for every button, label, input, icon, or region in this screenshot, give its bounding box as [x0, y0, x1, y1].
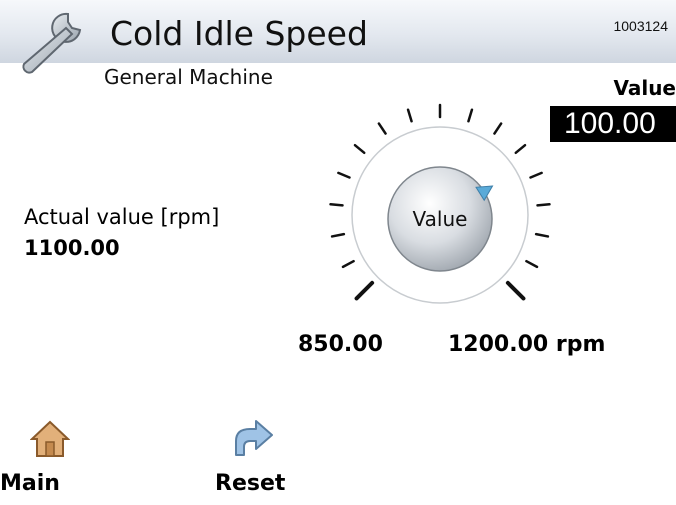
dial-min-label: 850.00	[298, 332, 383, 357]
wrench-icon	[22, 12, 82, 74]
actual-value: 1100.00	[24, 236, 120, 260]
dial-tick	[514, 143, 527, 155]
undo-arrow-icon	[235, 420, 273, 456]
page-title: Cold Idle Speed	[110, 14, 368, 53]
dial-tick	[353, 143, 366, 155]
dial-knob-label: Value	[413, 207, 468, 231]
dial-tick	[529, 171, 543, 179]
setpoint-value-field[interactable]: 100.00	[550, 106, 676, 142]
dial-tick	[467, 108, 474, 123]
rotary-dial[interactable]: Value	[320, 95, 560, 335]
dial-tick	[493, 122, 503, 135]
dial-tick	[354, 280, 375, 301]
header-bar: Cold Idle Speed 1003124	[0, 0, 676, 74]
setpoint-label: Value	[613, 76, 676, 100]
dial-tick	[536, 202, 551, 207]
dial-tick	[406, 108, 413, 123]
dial-tick	[329, 202, 344, 207]
main-button[interactable]: Main	[0, 415, 110, 505]
dial-tick	[330, 232, 346, 238]
main-button-label: Main	[0, 471, 60, 496]
parameter-code: 1003124	[613, 18, 668, 34]
reset-button[interactable]: Reset	[210, 415, 320, 505]
dial-tick	[337, 171, 351, 179]
dial-tick	[534, 232, 550, 238]
reset-button-label: Reset	[215, 471, 286, 496]
dial-tick	[525, 259, 539, 269]
home-icon	[30, 420, 70, 457]
dial-tick	[341, 259, 355, 269]
machine-name: General Machine	[104, 65, 273, 89]
dial-tick	[505, 280, 526, 301]
dial-tick	[377, 122, 387, 135]
actual-value-label: Actual value [rpm]	[24, 205, 220, 229]
dial-max-label: 1200.00 rpm	[448, 332, 606, 357]
